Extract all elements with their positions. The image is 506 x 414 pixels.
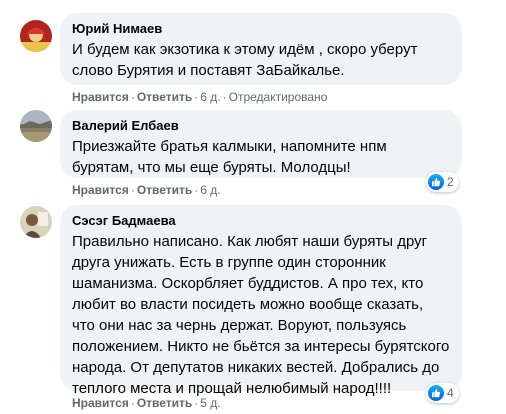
comment-time[interactable]: 5 д.: [200, 396, 220, 410]
reaction-number: 4: [447, 386, 454, 400]
avatar[interactable]: [20, 110, 52, 142]
reply-link[interactable]: Ответить: [137, 396, 192, 410]
like-icon: [428, 174, 444, 190]
avatar[interactable]: [20, 206, 52, 238]
comment-time[interactable]: 6 д.: [200, 183, 220, 197]
comment-author[interactable]: Сэсэг Бадмаева: [72, 213, 450, 229]
comment-time[interactable]: 6 д.: [200, 90, 220, 104]
reaction-count[interactable]: 2: [426, 172, 459, 192]
edited-label: Отредактировано: [228, 90, 328, 104]
comment-text: И будем как экзотика к этому идём , скор…: [72, 41, 418, 79]
like-link[interactable]: Нравится: [72, 90, 129, 104]
reaction-count[interactable]: 4: [426, 383, 459, 403]
comment-text: Приезжайте братья калмыки, напомните нпм…: [72, 138, 387, 176]
landscape-avatar-icon: [20, 110, 52, 142]
like-link[interactable]: Нравится: [72, 396, 129, 410]
reply-link[interactable]: Ответить: [137, 90, 192, 104]
user-avatar-icon: [20, 206, 52, 238]
comment-author[interactable]: Валерий Елбаев: [72, 118, 450, 134]
comment-bubble: Юрий Нимаев И будем как экзотика к этому…: [60, 13, 462, 85]
reply-link[interactable]: Ответить: [137, 183, 192, 197]
previous-comment-fragment: · · · · · · · · · · · · · · · · · · · · …: [84, 0, 354, 3]
comment-author[interactable]: Юрий Нимаев: [72, 21, 450, 37]
user-avatar-icon: [20, 20, 52, 52]
avatar[interactable]: [20, 20, 52, 52]
reaction-number: 2: [447, 175, 454, 189]
comment-actions: Нравится · Ответить · 6 д. · Отредактировано: [72, 90, 328, 104]
like-link[interactable]: Нравится: [72, 183, 129, 197]
comment-actions: Нравится · Ответить · 5 д.: [72, 396, 221, 410]
comment-bubble: Сэсэг Бадмаева Правильно написано. Как л…: [60, 205, 462, 397]
comment-actions: Нравится · Ответить · 6 д.: [72, 183, 221, 197]
comment-bubble: Валерий Елбаев Приезжайте братья калмыки…: [60, 110, 462, 178]
like-icon: [428, 385, 444, 401]
comment-text: Правильно написано. Как любят наши бурят…: [72, 233, 450, 397]
